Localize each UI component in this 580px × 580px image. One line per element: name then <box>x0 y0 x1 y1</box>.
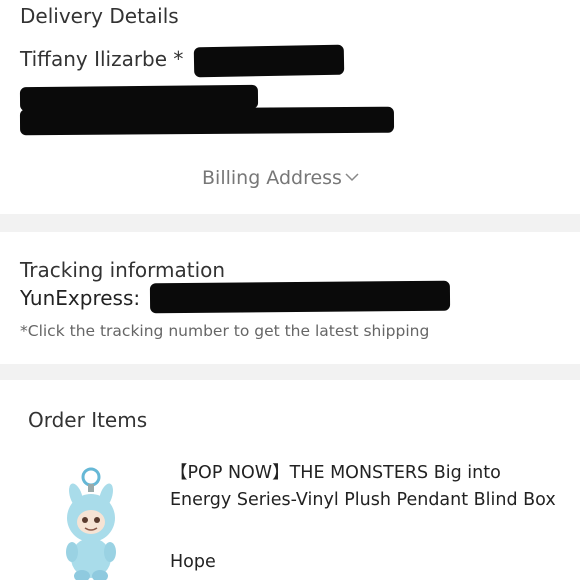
tracking-information-title: Tracking information <box>20 258 226 282</box>
tracking-hint-text: *Click the tracking number to get the la… <box>20 322 430 340</box>
chevron-down-icon <box>345 165 359 187</box>
billing-address-label: Billing Address <box>202 167 342 189</box>
product-variant: Hope <box>170 552 216 572</box>
section-divider <box>0 364 580 380</box>
tracking-number-link[interactable] <box>149 280 451 314</box>
delivery-details-title: Delivery Details <box>20 4 179 28</box>
section-divider <box>0 214 580 232</box>
carrier-label: YunExpress: <box>20 286 141 310</box>
tracking-section: Tracking information YunExpress: *Click … <box>0 232 580 364</box>
order-items-section: Order Items 【POP NOW】THE MONSTERS Big in <box>0 380 580 580</box>
delivery-details-section: Delivery Details Tiffany Ilizarbe * Bill… <box>0 0 580 214</box>
billing-address-toggle[interactable]: Billing Address <box>202 165 359 189</box>
redacted-phone <box>193 44 345 78</box>
recipient-name: Tiffany Ilizarbe * <box>20 47 184 71</box>
redacted-city-address <box>19 106 395 136</box>
order-items-title: Order Items <box>28 408 148 432</box>
product-title[interactable]: 【POP NOW】THE MONSTERS Big into Energy Se… <box>170 460 562 514</box>
product-image[interactable] <box>52 466 130 580</box>
